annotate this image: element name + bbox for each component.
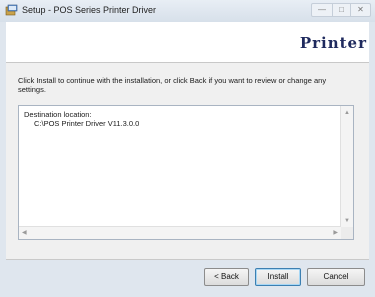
button-divider bbox=[6, 259, 369, 260]
summary-memo[interactable]: Destination location: C:\POS Printer Dri… bbox=[18, 105, 354, 240]
cancel-button[interactable]: Cancel bbox=[307, 268, 365, 286]
brand-logo: Printer bbox=[299, 34, 367, 52]
minimize-icon[interactable]: — bbox=[311, 3, 333, 17]
arrow-down-icon[interactable]: ▼ bbox=[344, 217, 350, 225]
destination-label: Destination location: bbox=[24, 110, 92, 119]
content-panel: Click Install to continue with the insta… bbox=[6, 63, 369, 259]
setup-window: Setup - POS Series Printer Driver — □ ✕ … bbox=[0, 0, 375, 297]
arrow-right-icon[interactable]: ▶ bbox=[333, 229, 338, 237]
back-button[interactable]: < Back bbox=[204, 268, 249, 286]
window-title: Setup - POS Series Printer Driver bbox=[22, 5, 157, 15]
maximize-icon[interactable]: □ bbox=[333, 3, 351, 17]
header-banner: Printer bbox=[6, 22, 369, 63]
install-button[interactable]: Install bbox=[255, 268, 301, 286]
title-bar[interactable]: Setup - POS Series Printer Driver — □ ✕ bbox=[0, 0, 375, 22]
instructions-text: Click Install to continue with the insta… bbox=[18, 76, 327, 94]
arrow-up-icon[interactable]: ▲ bbox=[344, 109, 350, 117]
arrow-left-icon[interactable]: ◀ bbox=[22, 229, 27, 237]
horizontal-scrollbar[interactable]: ◀ ▶ bbox=[19, 226, 341, 239]
scroll-corner bbox=[341, 227, 353, 239]
destination-value: C:\POS Printer Driver V11.3.0.0 bbox=[34, 119, 140, 128]
vertical-scrollbar[interactable]: ▲ ▼ bbox=[340, 106, 353, 227]
close-icon[interactable]: ✕ bbox=[351, 3, 371, 17]
setup-installer-icon bbox=[5, 4, 18, 16]
